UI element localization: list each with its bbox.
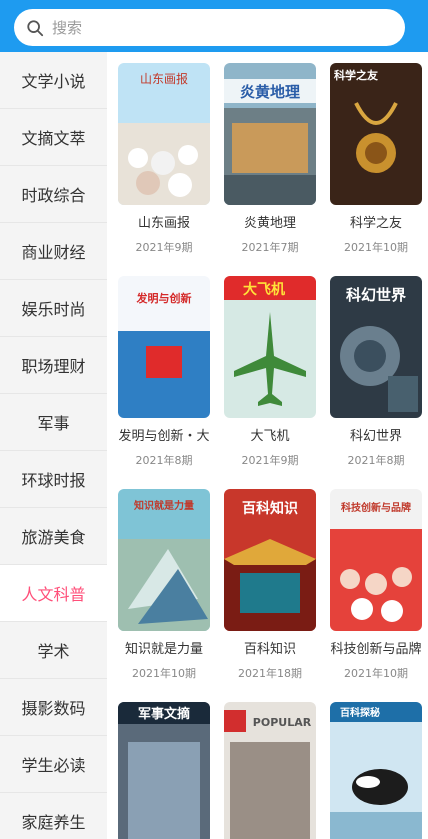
magazine-cover: 山东画报	[118, 63, 210, 205]
magazine-cover: 发明与创新	[118, 276, 210, 418]
magazine-cover: 科幻世界	[330, 276, 422, 418]
sidebar-item-renwen[interactable]: 人文科普	[0, 565, 107, 622]
magazine-card[interactable]: 发明与创新 发明与创新・大 2021年8期	[114, 276, 214, 468]
magazine-title: 百科知识	[243, 642, 296, 657]
magazine-cover: 炎黄地理	[224, 63, 316, 205]
magazine-issue: 2021年9期	[241, 454, 299, 467]
magazine-issue: 2021年8期	[135, 454, 193, 467]
sidebar-item-shizheng[interactable]: 时政综合	[0, 166, 107, 223]
cover-title-text: POPULAR	[253, 716, 312, 729]
top-bar: 搜索	[0, 0, 428, 52]
magazine-issue: 2021年10期	[344, 667, 408, 680]
cover-baike-tanmi: 百科探秘	[330, 702, 422, 839]
sidebar-item-jiating[interactable]: 家庭养生	[0, 793, 107, 839]
magazine-title: 发明与创新・大	[118, 429, 210, 444]
magazine-card[interactable]: 百科知识 百科知识 2021年18期	[220, 489, 320, 681]
sidebar-item-shangye[interactable]: 商业财经	[0, 223, 107, 280]
cover-zhishi-liliang: 知识就是力量	[118, 489, 210, 631]
cover-title-text: 知识就是力量	[133, 499, 194, 512]
sidebar-item-xueshu[interactable]: 学术	[0, 622, 107, 679]
magazine-cover: 百科知识	[224, 489, 316, 631]
magazine-title: 知识就是力量	[124, 642, 203, 657]
cover-baike-zhishi: 百科知识	[224, 489, 316, 631]
cover-title-text: 百科探秘	[340, 706, 380, 719]
magazine-card[interactable]: 大飞机 大飞机 2021年9期	[220, 276, 320, 468]
cover-title-text: 科幻世界	[346, 286, 406, 304]
magazine-card[interactable]: 科学之友 科学之友 2021年10期	[326, 63, 426, 255]
magazine-cover: 科技创新与品牌	[330, 489, 422, 631]
magazine-card[interactable]: POPULAR	[220, 702, 320, 839]
magazine-card[interactable]: 炎黄地理 炎黄地理 2021年7期	[220, 63, 320, 255]
magazine-cover: 军事文摘	[118, 702, 210, 839]
cover-yanhuang-dili: 炎黄地理	[224, 63, 316, 205]
search-input[interactable]: 搜索	[14, 9, 405, 46]
magazine-title: 科幻世界	[349, 429, 402, 444]
sidebar-item-yule[interactable]: 娱乐时尚	[0, 280, 107, 337]
magazine-card[interactable]: 军事文摘	[114, 702, 214, 839]
magazine-title: 炎黄地理	[243, 216, 296, 231]
sidebar-item-junshi[interactable]: 军事	[0, 394, 107, 451]
cover-title-text: 发明与创新	[136, 291, 192, 305]
magazine-title: 科学之友	[349, 216, 402, 231]
magazine-card[interactable]: 百科探秘	[326, 702, 426, 839]
magazine-cover: POPULAR	[224, 702, 316, 839]
cover-title-text: 军事文摘	[138, 706, 190, 722]
sidebar-item-wenxue[interactable]: 文学小说	[0, 52, 107, 109]
cover-kehuan-shijie: 科幻世界	[330, 276, 422, 418]
sidebar-item-lvyou[interactable]: 旅游美食	[0, 508, 107, 565]
sidebar-item-zhichang[interactable]: 职场理财	[0, 337, 107, 394]
cover-title-text: 山东画报	[140, 71, 188, 86]
magazine-card[interactable]: 知识就是力量 知识就是力量 2021年10期	[114, 489, 214, 681]
magazine-issue: 2021年9期	[135, 241, 193, 254]
magazine-issue: 2021年18期	[238, 667, 302, 680]
magazine-title: 科技创新与品牌	[330, 642, 422, 657]
magazine-cover: 大飞机	[224, 276, 316, 418]
cover-title-text: 大飞机	[243, 281, 285, 298]
cover-title-text: 科学之友	[334, 68, 378, 82]
magazine-title: 大飞机	[250, 429, 290, 444]
cover-da-feiji: 大飞机	[224, 276, 316, 418]
cover-kexue-zhiyou: 科学之友	[330, 63, 422, 205]
magazine-cover: 科学之友	[330, 63, 422, 205]
cover-title-text: 科技创新与品牌	[341, 501, 411, 514]
magazine-cover: 知识就是力量	[118, 489, 210, 631]
magazine-issue: 2021年8期	[347, 454, 405, 467]
sidebar-item-xuesheng[interactable]: 学生必读	[0, 736, 107, 793]
sidebar-item-huanqiu[interactable]: 环球时报	[0, 451, 107, 508]
magazine-issue: 2021年7期	[241, 241, 299, 254]
cover-junshi-wenzhai: 军事文摘	[118, 702, 210, 839]
magazine-card[interactable]: 科幻世界 科幻世界 2021年8期	[326, 276, 426, 468]
cover-shandong-huabao: 山东画报	[118, 63, 210, 205]
cover-popular: POPULAR	[224, 702, 316, 839]
search-icon	[27, 19, 44, 36]
category-sidebar: 文学小说 文摘文萃 时政综合 商业财经 娱乐时尚 职场理财 军事 环球时报 旅游…	[0, 52, 107, 839]
cover-title-text: 百科知识	[242, 500, 298, 517]
sidebar-item-wenzhai[interactable]: 文摘文萃	[0, 109, 107, 166]
magazine-card[interactable]: 科技创新与品牌 科技创新与品牌 2021年10期	[326, 489, 426, 681]
cover-title-text: 炎黄地理	[240, 83, 300, 101]
search-placeholder: 搜索	[52, 19, 83, 37]
cover-faming-chuangxin: 发明与创新	[118, 276, 210, 418]
cover-keji-chuangxin: 科技创新与品牌	[330, 489, 422, 631]
magazine-title: 山东画报	[137, 216, 190, 231]
sidebar-item-sheying[interactable]: 摄影数码	[0, 679, 107, 736]
magazine-card[interactable]: 山东画报 山东画报 2021年9期	[114, 63, 214, 255]
magazine-grid: 山东画报 山东画报 2021年9期 炎黄地理 炎黄地理 2021年7期 科学之友…	[107, 52, 428, 839]
magazine-issue: 2021年10期	[132, 667, 196, 680]
magazine-issue: 2021年10期	[344, 241, 408, 254]
magazine-cover: 百科探秘	[330, 702, 422, 839]
